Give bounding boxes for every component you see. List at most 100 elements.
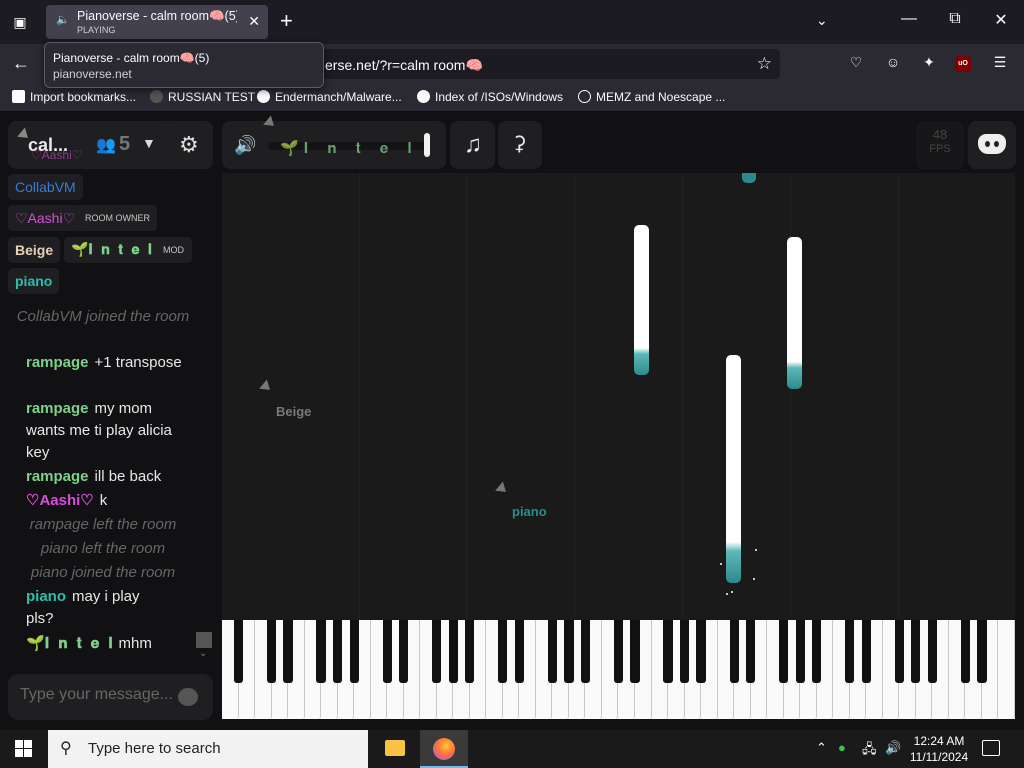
bookmark-label: Endermanch/Malware... xyxy=(275,90,402,104)
minimize-button[interactable]: — xyxy=(896,10,922,28)
piano-black-key[interactable] xyxy=(316,620,326,683)
piano-black-key[interactable] xyxy=(547,620,558,683)
user-chip[interactable]: piano xyxy=(8,268,60,294)
piano-black-key[interactable] xyxy=(911,620,921,683)
volume-slider-thumb[interactable] xyxy=(424,133,430,157)
close-tab-icon[interactable]: ✕ xyxy=(248,13,260,30)
taskbar-search[interactable]: ⚲ xyxy=(48,730,368,768)
piano-black-key[interactable] xyxy=(977,620,987,683)
chat-author[interactable]: ♡Aashi♡ xyxy=(26,492,94,509)
google-icon xyxy=(257,90,270,103)
network-icon[interactable]: 🖧 xyxy=(862,740,877,762)
piano-keyboard[interactable] xyxy=(222,620,1015,719)
usb-icon[interactable]: ⚳ xyxy=(512,131,527,156)
piano-black-key[interactable] xyxy=(349,620,359,683)
volume-tray-icon[interactable]: 🔊 xyxy=(885,740,901,756)
chat-author[interactable]: piano xyxy=(26,588,66,605)
discord-button[interactable] xyxy=(968,121,1016,169)
chevron-up-icon[interactable]: ⌃ xyxy=(816,740,827,756)
falling-note xyxy=(742,173,756,183)
pocket-icon[interactable]: ♡ xyxy=(845,54,867,74)
piano-black-key[interactable] xyxy=(861,620,871,683)
piano-black-key[interactable] xyxy=(679,620,690,683)
piano-black-key[interactable] xyxy=(729,620,739,683)
piano-black-key[interactable] xyxy=(779,620,789,683)
chat-log[interactable]: CollabVM joined the room rampage +1 trans… xyxy=(8,304,200,654)
user-chip[interactable]: CollabVM xyxy=(8,174,83,200)
chat-author[interactable]: rampage xyxy=(26,400,89,417)
bookmark-star-icon[interactable]: ☆ xyxy=(757,54,772,74)
browser-tab[interactable]: 🔈 Pianoverse - calm room🧠(5) PLAYING ✕ xyxy=(46,5,268,39)
notification-icon[interactable] xyxy=(982,740,1000,756)
chat-author[interactable]: 🌱𝐈 𝐧 𝐭 𝐞 𝐥 xyxy=(26,634,113,652)
piano-black-key[interactable] xyxy=(845,620,855,683)
piano-black-key[interactable] xyxy=(927,620,938,683)
chat-bubble-icon[interactable] xyxy=(178,688,198,706)
piano-black-key[interactable] xyxy=(795,620,805,683)
file-explorer-button[interactable] xyxy=(371,730,419,768)
piano-black-key[interactable] xyxy=(465,620,475,683)
chevron-down-icon[interactable]: ⌄ xyxy=(199,648,207,659)
piano-white-key[interactable] xyxy=(998,620,1015,719)
piano-black-key[interactable] xyxy=(746,620,756,683)
settings-button[interactable]: ⚙ xyxy=(166,121,213,169)
user-chip[interactable]: ♡Aashi♡ xyxy=(24,148,90,166)
chat-author[interactable]: rampage xyxy=(26,468,89,485)
tab-title: Pianoverse - calm room🧠(5) xyxy=(77,9,237,23)
chevron-down-icon[interactable]: ⌄ xyxy=(816,12,828,29)
windows-start-icon[interactable] xyxy=(15,740,33,758)
chat-scrollbar-thumb[interactable] xyxy=(196,632,212,648)
piano-black-key[interactable] xyxy=(580,620,591,683)
user-chip[interactable]: ♡Aashi♡ xyxy=(8,205,83,231)
taskbar-search-input[interactable] xyxy=(88,740,348,757)
piano-black-key[interactable] xyxy=(382,620,392,683)
piano-black-key[interactable] xyxy=(696,620,706,683)
bookmark-endermanch[interactable]: Endermanch/Malware... xyxy=(257,90,402,104)
discord-icon[interactable] xyxy=(978,134,1006,154)
restore-button[interactable]: ⧉ xyxy=(942,10,968,28)
firefox-taskbar-button[interactable] xyxy=(420,730,468,768)
ublock-icon[interactable]: uO xyxy=(955,56,971,72)
piano-black-key[interactable] xyxy=(613,620,624,683)
bookmark-isos[interactable]: Index of /ISOs/Windows xyxy=(417,90,563,104)
bookmark-memz[interactable]: MEMZ and Noescape ... xyxy=(578,90,725,104)
chat-message-input[interactable] xyxy=(20,686,180,704)
piano-black-key[interactable] xyxy=(564,620,574,683)
piano-black-key[interactable] xyxy=(960,620,971,683)
user-chip[interactable]: Beige xyxy=(8,237,61,263)
piano-black-key[interactable] xyxy=(333,620,343,683)
close-window-button[interactable]: ✕ xyxy=(988,10,1014,30)
piano-black-key[interactable] xyxy=(498,620,508,683)
new-tab-button[interactable]: + xyxy=(280,9,293,33)
piano-black-key[interactable] xyxy=(894,620,904,683)
piano-black-key[interactable] xyxy=(514,620,524,683)
gear-icon[interactable]: ⚙ xyxy=(179,132,199,158)
volume-icon[interactable]: 🔊 xyxy=(234,135,256,156)
piano-black-key[interactable] xyxy=(630,620,640,683)
extensions-icon[interactable]: ✦ xyxy=(918,54,940,74)
speaker-icon[interactable]: 🔈 xyxy=(56,13,70,26)
piano-black-key[interactable] xyxy=(266,620,277,683)
tab-list-icon[interactable]: ▣ xyxy=(8,11,32,33)
music-note-icon[interactable]: ♫ xyxy=(464,131,482,159)
bookmark-russian-test[interactable]: RUSSIAN TEST xyxy=(150,90,255,104)
menu-icon[interactable]: ☰ xyxy=(989,54,1011,74)
user-tray-icon[interactable]: ● xyxy=(838,740,846,755)
volume-user-label: 🌱𝐈 𝐧 𝐭 𝐞 𝐥 xyxy=(280,139,417,157)
piano-black-key[interactable] xyxy=(399,620,409,683)
piano-black-key[interactable] xyxy=(448,620,458,683)
piano-black-key[interactable] xyxy=(663,620,673,683)
piano-black-key[interactable] xyxy=(233,620,244,683)
piano-black-key[interactable] xyxy=(812,620,822,683)
room-dropdown-icon[interactable]: ▼ xyxy=(142,135,156,151)
piano-black-key[interactable] xyxy=(432,620,442,683)
account-icon[interactable]: ☺ xyxy=(882,54,904,74)
midi-button[interactable]: ⚳ xyxy=(498,121,542,169)
bookmark-import[interactable]: Import bookmarks... xyxy=(12,90,136,104)
piano-black-key[interactable] xyxy=(283,620,293,683)
chat-author[interactable]: rampage xyxy=(26,354,89,371)
taskbar-clock[interactable]: 12:24 AM 11/11/2024 xyxy=(904,733,974,765)
back-arrow-icon[interactable]: ← xyxy=(12,53,30,74)
music-button[interactable]: ♫ xyxy=(450,121,495,169)
url-text[interactable]: erse.net/?r=calm room🧠 xyxy=(325,57,483,74)
